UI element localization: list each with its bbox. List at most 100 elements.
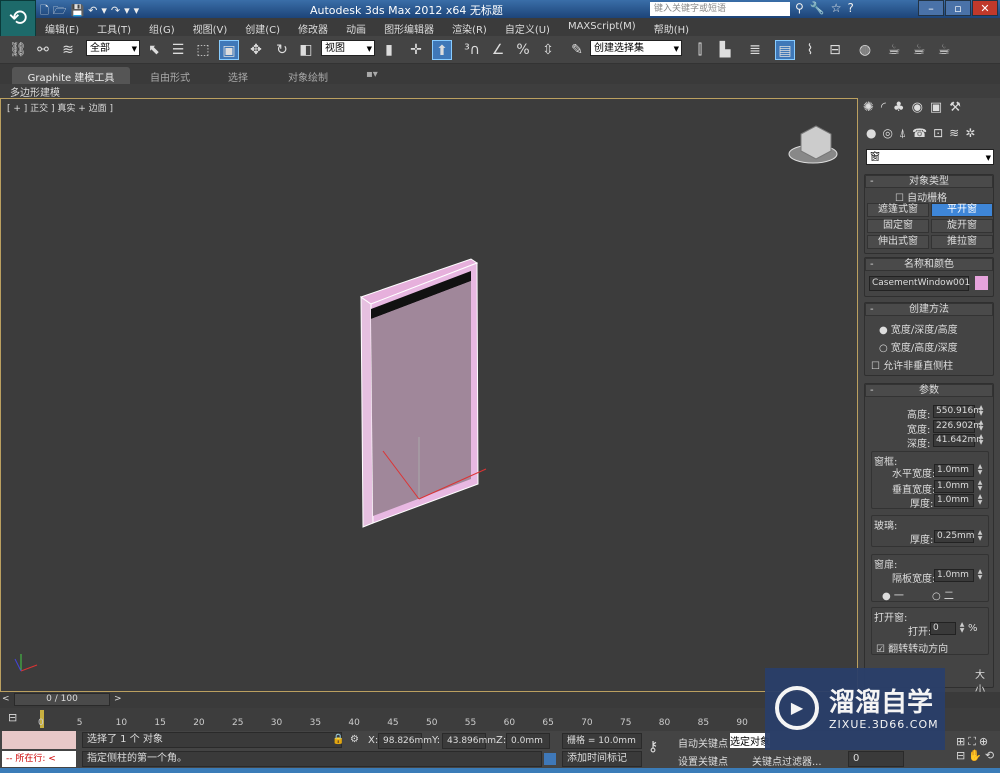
maxscript-mini-listener[interactable]: -- 所在行: < bbox=[2, 751, 76, 767]
menu-tools[interactable]: 工具(T) bbox=[88, 18, 140, 36]
mini-curve-editor-icon[interactable]: ⊟ bbox=[8, 711, 17, 724]
width-spinner[interactable]: ▲ ▼ bbox=[977, 420, 985, 433]
key-icon[interactable]: ⚷ bbox=[648, 739, 658, 755]
rendered-frame-icon[interactable]: ☕ bbox=[909, 40, 929, 60]
depth-input[interactable]: 41.642mn bbox=[933, 434, 982, 447]
curve-editor-icon[interactable]: ⌇ bbox=[800, 40, 820, 60]
x-coord-input[interactable]: 98.826mm bbox=[378, 733, 432, 749]
lock-icon[interactable]: 🔒 bbox=[332, 734, 344, 745]
awning-window-button[interactable]: 遮篷式窗 bbox=[867, 203, 929, 217]
projected-window-button[interactable]: 伸出式窗 bbox=[867, 235, 929, 249]
set-key-button[interactable]: 设置关键点 bbox=[678, 753, 728, 768]
keyboard-shortcut-icon[interactable]: ⬆ bbox=[432, 40, 452, 60]
menu-group[interactable]: 组(G) bbox=[140, 18, 184, 36]
schematic-view-icon[interactable]: ⊟ bbox=[825, 40, 845, 60]
window-crossing-icon[interactable]: ▣ bbox=[219, 40, 239, 60]
edit-named-sel-icon[interactable]: ✎ bbox=[567, 40, 587, 60]
rect-selection-icon[interactable]: ⬚ bbox=[193, 40, 213, 60]
casement-one-radio[interactable]: ● 一 bbox=[882, 587, 904, 602]
graphite-toggle-icon[interactable]: ▤ bbox=[775, 40, 795, 60]
material-editor-icon[interactable]: ◍ bbox=[855, 40, 875, 60]
rotate-icon[interactable]: ↻ bbox=[272, 40, 292, 60]
pivoted-window-button[interactable]: 旋开窗 bbox=[931, 219, 993, 233]
bind-spacewarp-icon[interactable]: ≋ bbox=[58, 40, 78, 60]
y-coord-input[interactable]: 43.896mm bbox=[442, 733, 496, 749]
viewport-front[interactable]: [ + ] 正交 ] 真实 + 边面 ] bbox=[0, 98, 858, 692]
menu-views[interactable]: 视图(V) bbox=[184, 18, 237, 36]
fixed-window-button[interactable]: 固定窗 bbox=[867, 219, 929, 233]
next-frame-button[interactable]: > bbox=[114, 694, 122, 704]
rollout-header[interactable]: 参数 bbox=[865, 384, 993, 397]
search-input[interactable]: 键入关键字或短语 bbox=[650, 2, 790, 16]
casement-two-radio[interactable]: ○ 二 bbox=[932, 587, 954, 602]
method-radio-2[interactable]: ○ 宽度/高度/深度 bbox=[879, 339, 958, 354]
select-object-icon[interactable]: ⬉ bbox=[144, 40, 164, 60]
minimize-button[interactable]: – bbox=[918, 0, 944, 16]
maxscript-listener[interactable] bbox=[2, 731, 76, 749]
z-coord-input[interactable]: 0.0mm bbox=[506, 733, 550, 749]
command-panel-tabs[interactable]: ✺◜♣◉▣⚒ bbox=[863, 100, 968, 115]
align-icon[interactable]: ▙ bbox=[715, 40, 735, 60]
rollout-header[interactable]: 名称和颜色 bbox=[865, 258, 993, 271]
flip-swing-checkbox[interactable]: ☑ 翻转转动方向 bbox=[876, 640, 948, 655]
glass-thickness-input[interactable]: 0.25mm bbox=[934, 530, 975, 543]
width-input[interactable]: 226.902m bbox=[933, 420, 982, 433]
render-icon[interactable]: ☕ bbox=[934, 40, 954, 60]
glass-thickness-spinner[interactable]: ▲ ▼ bbox=[976, 530, 984, 543]
time-tag-icon[interactable] bbox=[544, 753, 556, 765]
h-width-input[interactable]: 1.0mm bbox=[934, 464, 974, 477]
rollout-header[interactable]: 对象类型 bbox=[865, 175, 993, 188]
panel-width-spinner[interactable]: ▲ ▼ bbox=[976, 569, 984, 582]
select-by-name-icon[interactable]: ☰ bbox=[168, 40, 188, 60]
non-vertical-checkbox[interactable]: ☐ 允许非垂直侧柱 bbox=[871, 357, 953, 372]
selection-filter-dropdown[interactable]: 全部 bbox=[86, 40, 140, 57]
casement-window-button[interactable]: 平开窗 bbox=[931, 203, 993, 217]
menu-edit[interactable]: 编辑(E) bbox=[36, 18, 88, 36]
object-name-input[interactable]: CasementWindow001 bbox=[869, 276, 970, 291]
h-width-spinner[interactable]: ▲ ▼ bbox=[976, 464, 984, 477]
unlink-icon[interactable]: ⚯ bbox=[33, 40, 53, 60]
reference-coord-dropdown[interactable]: 视图 bbox=[321, 40, 375, 57]
rollout-header[interactable]: 创建方法 bbox=[865, 303, 993, 316]
layer-manager-icon[interactable]: ≣ bbox=[745, 40, 765, 60]
menu-maxscript[interactable]: MAXScript(M) bbox=[559, 18, 645, 36]
menu-graph-editors[interactable]: 图形编辑器 bbox=[375, 18, 443, 36]
depth-spinner[interactable]: ▲ ▼ bbox=[977, 434, 985, 447]
frame-thickness-input[interactable]: 1.0mm bbox=[934, 494, 974, 507]
panel-width-input[interactable]: 1.0mm bbox=[934, 569, 974, 582]
category-dropdown[interactable]: 窗 bbox=[866, 149, 994, 166]
object-color-swatch[interactable] bbox=[975, 276, 988, 290]
current-frame-input[interactable]: 0 bbox=[848, 751, 904, 767]
add-time-tag[interactable]: 添加时间标记 bbox=[562, 751, 642, 767]
render-setup-icon[interactable]: ☕ bbox=[884, 40, 904, 60]
scale-icon[interactable]: ◧ bbox=[296, 40, 316, 60]
auto-key-button[interactable]: 自动关键点 bbox=[678, 735, 728, 750]
polygon-modeling-label[interactable]: 多边形建模 bbox=[10, 84, 60, 99]
absolute-mode-icon[interactable]: ⚙ bbox=[350, 734, 359, 745]
snap-3d-icon[interactable]: ³∩ bbox=[462, 40, 482, 60]
menu-rendering[interactable]: 渲染(R) bbox=[443, 18, 496, 36]
menu-customize[interactable]: 自定义(U) bbox=[496, 18, 559, 36]
create-category-icons[interactable]: ●◎⍋☎⊡≋✲ bbox=[866, 126, 981, 141]
angle-snap-icon[interactable]: ∠ bbox=[488, 40, 508, 60]
menu-create[interactable]: 创建(C) bbox=[236, 18, 289, 36]
v-width-input[interactable]: 1.0mm bbox=[934, 480, 974, 493]
key-filters-button[interactable]: 关键点过滤器... bbox=[752, 753, 822, 768]
menu-animation[interactable]: 动画 bbox=[337, 18, 375, 36]
link-icon[interactable]: ⛓ bbox=[8, 40, 28, 60]
pivot-icon[interactable]: ▮ bbox=[379, 40, 399, 60]
mirror-icon[interactable]: ⫿ bbox=[690, 40, 710, 60]
time-slider-thumb[interactable]: 0 / 100 bbox=[14, 693, 110, 706]
app-menu-button[interactable]: ⟲ bbox=[0, 0, 36, 38]
menu-modifiers[interactable]: 修改器 bbox=[289, 18, 337, 36]
open-percent-input[interactable]: 0 bbox=[930, 622, 956, 635]
viewport-nav-icons[interactable]: ⊞⛶⊕ ⊟✋⟲ bbox=[956, 735, 997, 762]
v-width-spinner[interactable]: ▲ ▼ bbox=[976, 480, 984, 493]
ribbon-options-icon[interactable]: ▪▾ bbox=[358, 67, 386, 82]
close-button[interactable]: ✕ bbox=[972, 0, 998, 16]
menu-help[interactable]: 帮助(H) bbox=[645, 18, 698, 36]
prev-frame-button[interactable]: < bbox=[2, 694, 10, 704]
autogrid-checkbox[interactable]: ☐ 自动栅格 bbox=[895, 189, 947, 204]
manipulate-icon[interactable]: ✛ bbox=[406, 40, 426, 60]
frame-thickness-spinner[interactable]: ▲ ▼ bbox=[976, 494, 984, 507]
